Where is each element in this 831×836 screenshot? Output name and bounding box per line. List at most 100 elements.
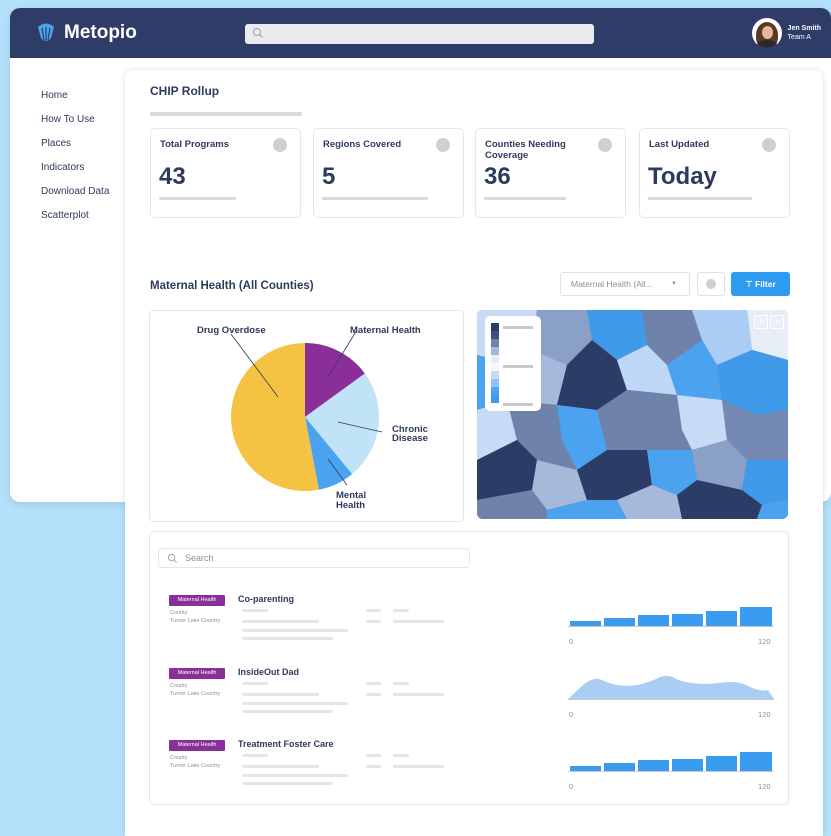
search-placeholder: Search	[185, 553, 214, 563]
info-icon[interactable]	[762, 138, 776, 152]
axis-min: 0	[569, 710, 574, 719]
top-navbar: Metopio Jen Smith Team A	[10, 8, 831, 58]
axis-max: 120	[758, 782, 771, 791]
indicator-dropdown[interactable]: Maternal Health (All... ▼	[560, 272, 690, 296]
text-placeholder	[242, 710, 333, 713]
area-sparkline	[568, 675, 774, 700]
bar-sparkline	[568, 607, 774, 627]
map-zoom-controls: + −	[754, 315, 784, 329]
stat-label: Total Programs	[160, 139, 229, 150]
stat-card-last-updated: Last Updated Today	[639, 128, 790, 218]
category-tag: Maternal Health	[169, 740, 225, 751]
text-placeholder	[242, 629, 348, 632]
options-button[interactable]	[697, 272, 725, 296]
text-placeholder	[242, 637, 333, 640]
meta-line-1: County	[170, 610, 188, 616]
stat-label: Last Updated	[649, 139, 710, 150]
stat-label: Counties Needing Coverage	[485, 139, 566, 161]
global-search-input[interactable]	[245, 24, 594, 44]
search-icon	[167, 553, 177, 563]
stat-value: 43	[159, 163, 186, 190]
pie-label-maternal-health: Maternal Health	[350, 325, 421, 336]
text-placeholder	[393, 609, 409, 612]
meta-line-1: County	[170, 755, 188, 761]
text-placeholder	[322, 197, 428, 200]
metopio-logo-icon	[38, 23, 54, 41]
sidebar-item-indicators[interactable]: Indicators	[41, 156, 109, 180]
user-team: Team A	[787, 34, 811, 41]
meta-line-2: Turner Lake Country	[170, 691, 221, 697]
text-placeholder	[242, 682, 268, 685]
legend-swatches	[491, 323, 533, 406]
axis-max: 120	[758, 710, 771, 719]
user-menu[interactable]: Jen Smith Team A	[751, 18, 821, 48]
search-icon	[253, 28, 263, 38]
sidebar-item-scatterplot[interactable]: Scatterplot	[41, 204, 109, 228]
text-placeholder	[242, 702, 348, 705]
text-placeholder	[366, 765, 381, 768]
pie-label-chronic-disease-2: Disease	[392, 433, 428, 444]
meta-line-2: Turner Lake Country	[170, 763, 221, 769]
filter-icon: ⊤	[745, 279, 753, 289]
logo[interactable]: Metopio	[36, 22, 137, 44]
text-placeholder	[366, 620, 381, 623]
meta-line-1: County	[170, 683, 188, 689]
text-placeholder	[242, 754, 268, 757]
text-placeholder	[366, 682, 381, 685]
stat-value: 36	[484, 163, 511, 190]
stat-value: Today	[648, 163, 717, 190]
filter-button[interactable]: ⊤ Filter	[731, 272, 790, 296]
text-placeholder	[242, 693, 319, 696]
axis-max: 120	[758, 637, 771, 646]
sidebar-item-download-data[interactable]: Download Data	[41, 180, 109, 204]
text-placeholder	[393, 754, 409, 757]
circle-icon	[706, 279, 716, 289]
avatar[interactable]	[751, 18, 782, 48]
axis-min: 0	[569, 782, 574, 791]
info-icon[interactable]	[598, 138, 612, 152]
choropleth-map[interactable]: + −	[477, 310, 788, 519]
program-list-card: Search Maternal Health Co-parenting Coun…	[149, 531, 789, 805]
sidebar-item-places[interactable]: Places	[41, 132, 109, 156]
axis-min: 0	[569, 637, 574, 646]
text-placeholder	[242, 620, 319, 623]
stat-card-counties-needing-coverage: Counties Needing Coverage 36	[475, 128, 626, 218]
logo-text: Metopio	[64, 22, 137, 43]
program-search-input[interactable]: Search	[158, 548, 470, 568]
text-placeholder	[242, 774, 348, 777]
pie-label-drug-overdose: Drug Overdose	[197, 325, 266, 336]
text-placeholder	[648, 197, 752, 200]
text-placeholder	[242, 782, 333, 785]
dropdown-value: Maternal Health (All...	[571, 279, 653, 289]
text-placeholder	[242, 609, 268, 612]
sidebar-item-home[interactable]: Home	[41, 84, 109, 108]
info-icon[interactable]	[273, 138, 287, 152]
category-tag: Maternal Health	[169, 668, 225, 679]
info-icon[interactable]	[436, 138, 450, 152]
text-placeholder	[242, 765, 319, 768]
program-meta: County Turner Lake Country	[170, 754, 220, 770]
program-name[interactable]: Co-parenting	[238, 594, 294, 604]
sidebar-item-how-to-use[interactable]: How To Use	[41, 108, 109, 132]
user-name: Jen Smith	[787, 25, 821, 32]
program-name[interactable]: Treatment Foster Care	[238, 739, 334, 749]
category-tag: Maternal Health	[169, 595, 225, 606]
list-item[interactable]: Maternal Health Treatment Foster Care Co…	[150, 739, 790, 802]
sidebar: Home How To Use Places Indicators Downlo…	[41, 84, 109, 228]
text-placeholder	[393, 682, 409, 685]
text-placeholder	[393, 693, 444, 696]
text-placeholder	[366, 754, 381, 757]
chevron-down-icon: ▼	[671, 281, 677, 287]
map-legend	[485, 316, 541, 411]
subtitle-placeholder	[150, 112, 302, 116]
text-placeholder	[366, 693, 381, 696]
zoom-out-button[interactable]: −	[770, 315, 784, 329]
zoom-in-button[interactable]: +	[754, 315, 768, 329]
stat-value: 5	[322, 163, 336, 190]
program-meta: County Turner Lake Country	[170, 609, 220, 625]
list-item[interactable]: Maternal Health InsideOut Dad County Tur…	[150, 667, 790, 730]
filter-label: Filter	[755, 279, 776, 289]
pie-label-mental-health-2: Health	[336, 500, 365, 511]
program-name[interactable]: InsideOut Dad	[238, 667, 299, 677]
list-item[interactable]: Maternal Health Co-parenting County Turn…	[150, 594, 790, 657]
